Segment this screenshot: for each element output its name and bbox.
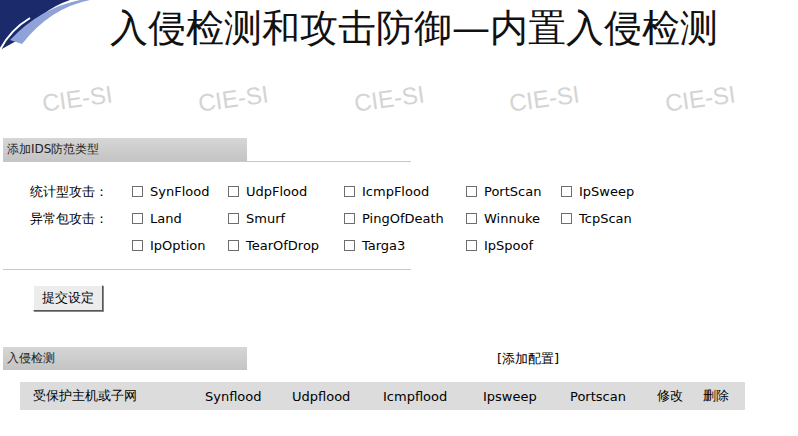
watermark: CIE-SI (352, 80, 426, 118)
checkbox[interactable] (228, 213, 239, 224)
checkbox[interactable] (466, 240, 477, 251)
attack-option[interactable]: UdpFlood (228, 178, 344, 205)
add-config-link[interactable]: [添加配置] (497, 350, 559, 368)
checkbox[interactable] (344, 186, 355, 197)
submit-button[interactable]: 提交设定 (33, 285, 103, 311)
option-label[interactable]: PortScan (484, 184, 541, 199)
option-label[interactable]: Smurf (246, 211, 285, 226)
option-label[interactable]: IpSweep (579, 184, 634, 199)
ids-panel: 添加IDS防范类型统计型攻击： SynFlood UdpFlood IcmpFlood… (0, 130, 755, 410)
checkbox[interactable] (344, 213, 355, 224)
option-label[interactable]: IpSpoof (484, 238, 533, 253)
detect-header-row: 入侵检测 [添加配置] (0, 347, 755, 370)
option-label[interactable]: IpOption (150, 238, 205, 253)
divider (3, 269, 411, 270)
group-label: 异常包攻击： (30, 205, 132, 259)
attack-group: 统计型攻击： SynFlood UdpFlood IcmpFlood PortScan I… (30, 178, 755, 205)
attack-option[interactable]: Winnuke (466, 205, 561, 232)
button-row: 提交设定 (0, 270, 755, 311)
option-label[interactable]: SynFlood (150, 184, 209, 199)
option-list: SynFlood UdpFlood IcmpFlood PortScan IpSweep (132, 178, 657, 205)
option-label[interactable]: Targa3 (362, 238, 405, 253)
column-header: 修改 (657, 387, 703, 405)
attack-group: 异常包攻击： Land Smurf PingOfDeath Winnuke TcpScan… (30, 205, 755, 259)
option-label[interactable]: TcpScan (579, 211, 632, 226)
attack-option[interactable]: IpSpoof (466, 232, 561, 259)
column-header: 受保护主机或子网 (20, 387, 205, 405)
checkbox[interactable] (344, 240, 355, 251)
watermark: CIE-SI (196, 80, 270, 118)
attack-option[interactable]: Land (132, 205, 228, 232)
table-header: 受保护主机或子网SynfloodUdpfloodIcmpfloodIpsweep… (20, 382, 745, 410)
attack-type-grid: 统计型攻击： SynFlood UdpFlood IcmpFlood PortScan I… (0, 162, 755, 259)
section-header: 入侵检测 (3, 347, 247, 370)
option-label[interactable]: PingOfDeath (362, 211, 444, 226)
attack-option[interactable]: Smurf (228, 205, 344, 232)
checkbox[interactable] (132, 240, 143, 251)
checkbox[interactable] (561, 213, 572, 224)
section-header: 添加IDS防范类型 (3, 138, 247, 161)
divider (3, 161, 411, 162)
checkbox[interactable] (228, 240, 239, 251)
checkbox[interactable] (561, 186, 572, 197)
column-header: Ipsweep (483, 389, 570, 404)
column-header: Synflood (205, 389, 292, 404)
checkbox[interactable] (466, 186, 477, 197)
option-list: Land Smurf PingOfDeath Winnuke TcpScan IpOpti… (132, 205, 657, 259)
attack-option[interactable]: PortScan (466, 178, 561, 205)
checkbox[interactable] (228, 186, 239, 197)
attack-option[interactable]: IpOption (132, 232, 228, 259)
group-label: 统计型攻击： (30, 178, 132, 205)
attack-option[interactable]: IpSweep (561, 178, 657, 205)
watermark: CIE-SI (41, 80, 115, 118)
attack-option[interactable]: SynFlood (132, 178, 228, 205)
checkbox[interactable] (132, 213, 143, 224)
watermark: CIE-SI (663, 80, 737, 118)
column-header: Icmpflood (383, 389, 483, 404)
slide-title: 入侵检测和攻击防御—内置入侵检测 (110, 0, 718, 52)
checkbox[interactable] (132, 186, 143, 197)
watermark-row: CIE-SI CIE-SI CIE-SI CIE-SI CIE-SI (0, 68, 798, 130)
watermark: CIE-SI (508, 80, 582, 118)
attack-option[interactable]: TcpScan (561, 205, 657, 232)
attack-option[interactable]: TearOfDrop (228, 232, 344, 259)
attack-option[interactable]: PingOfDeath (344, 205, 466, 232)
option-label[interactable]: IcmpFlood (362, 184, 429, 199)
option-label[interactable]: Land (150, 211, 182, 226)
column-header: Portscan (570, 389, 657, 404)
option-label[interactable]: UdpFlood (246, 184, 307, 199)
option-label[interactable]: Winnuke (484, 211, 540, 226)
checkbox[interactable] (466, 213, 477, 224)
slide-header: 入侵检测和攻击防御—内置入侵检测 (0, 0, 798, 68)
option-label[interactable]: TearOfDrop (246, 238, 319, 253)
attack-option[interactable]: Targa3 (344, 232, 466, 259)
column-header: 删除 (703, 387, 745, 405)
attack-option[interactable]: IcmpFlood (344, 178, 466, 205)
logo-icon (0, 0, 110, 50)
column-header: Udpflood (292, 389, 383, 404)
